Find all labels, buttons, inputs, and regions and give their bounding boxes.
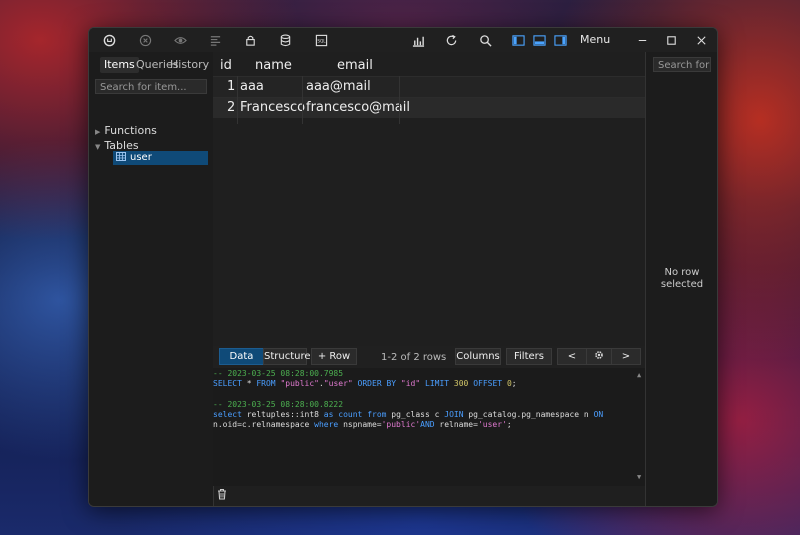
item-search-input[interactable]: Search for item... xyxy=(95,79,207,94)
filters-button[interactable]: Filters xyxy=(506,348,552,365)
column-divider xyxy=(399,76,400,124)
database-icon[interactable] xyxy=(277,33,293,47)
plugin-icon[interactable] xyxy=(101,33,117,47)
cell-name: aaa xyxy=(240,79,264,94)
tree-item-functions[interactable]: ▶ Functions xyxy=(95,124,157,137)
layout-left-icon[interactable] xyxy=(510,33,526,47)
eye-icon[interactable] xyxy=(172,33,188,47)
column-divider xyxy=(237,76,238,124)
cell-id: 1 xyxy=(227,79,236,94)
lock-icon[interactable] xyxy=(242,33,258,47)
tree-item-label: Functions xyxy=(104,124,157,137)
log-query-continuation: n.oid=c.relnamespace where nspname='publ… xyxy=(213,420,512,429)
app-window: SQL Menu Items Queries History Search fo… xyxy=(88,27,718,507)
table-row[interactable]: 2 Francesco francesco@mail xyxy=(213,97,645,118)
prev-page-button[interactable]: < xyxy=(557,348,587,365)
row-detail-panel: Search for col No row selected xyxy=(645,52,717,506)
gear-icon xyxy=(595,351,603,359)
close-circle-icon[interactable] xyxy=(137,33,153,47)
scroll-down-icon[interactable]: ▼ xyxy=(637,472,641,482)
structure-tab-button[interactable]: Structure xyxy=(263,348,311,365)
column-search-input[interactable]: Search for col xyxy=(653,57,711,72)
layout-bottom-icon[interactable] xyxy=(531,33,547,47)
row-count: 1-2 of 2 rows xyxy=(381,352,447,363)
log-comment: -- 2023-03-25 08:28:00.8222 xyxy=(213,400,344,409)
cell-email: aaa@mail xyxy=(306,79,371,94)
log-comment: -- 2023-03-25 08:28:00.7985 xyxy=(213,369,344,378)
table-icon xyxy=(116,152,126,161)
log-query: SELECT * FROM "public"."user" ORDER BY "… xyxy=(213,379,517,388)
column-divider xyxy=(302,76,303,124)
column-header-name[interactable]: name xyxy=(255,58,292,73)
data-grid: id name email 1 aaa aaa@mail 2 Francesco… xyxy=(213,52,645,372)
cell-name: Francesco xyxy=(240,100,306,115)
toolbar: SQL Menu xyxy=(89,28,717,52)
refresh-icon[interactable] xyxy=(443,33,459,47)
log-query: select reltuples::int8 as count from pg_… xyxy=(213,410,604,419)
tab-items[interactable]: Items xyxy=(100,57,139,73)
menu-button[interactable]: Menu xyxy=(580,33,610,46)
columns-button[interactable]: Columns xyxy=(455,348,501,365)
list-icon[interactable] xyxy=(207,33,223,47)
cell-id: 2 xyxy=(227,100,236,115)
sidebar: Items Queries History Search for item...… xyxy=(89,52,214,506)
data-tab-button[interactable]: Data xyxy=(219,348,264,365)
cell-email: francesco@mail xyxy=(306,100,410,115)
maximize-icon[interactable] xyxy=(663,33,679,47)
minimize-icon[interactable] xyxy=(634,33,650,47)
column-header-email[interactable]: email xyxy=(337,58,373,73)
scroll-up-icon[interactable]: ▲ xyxy=(637,370,641,380)
svg-text:SQL: SQL xyxy=(317,38,326,43)
table-row[interactable]: 1 aaa aaa@mail xyxy=(213,76,645,97)
table-item-label: user xyxy=(130,152,152,163)
layout-right-icon[interactable] xyxy=(552,33,568,47)
search-icon[interactable] xyxy=(477,33,493,47)
tab-history[interactable]: History xyxy=(170,57,209,73)
add-row-button[interactable]: + Row xyxy=(311,348,357,365)
sidebar-tabs: Items Queries History xyxy=(96,57,209,73)
next-page-button[interactable]: > xyxy=(611,348,641,365)
empty-state: No row selected xyxy=(646,267,717,291)
close-icon[interactable] xyxy=(693,33,709,47)
table-item-user[interactable]: user xyxy=(113,151,208,165)
query-log[interactable]: -- 2023-03-25 08:28:00.7985 SELECT * FRO… xyxy=(213,368,645,486)
empty-state-line1: No row xyxy=(664,267,700,278)
chevron-down-icon: ▼ xyxy=(95,143,101,151)
trash-icon[interactable] xyxy=(216,488,228,500)
sql-icon[interactable]: SQL xyxy=(313,33,329,47)
chart-icon[interactable] xyxy=(410,33,426,47)
chevron-right-icon: ▶ xyxy=(95,128,101,136)
grid-toolbar: Data Structure + Row 1-2 of 2 rows Colum… xyxy=(213,346,645,368)
column-header-id[interactable]: id xyxy=(220,58,232,73)
settings-button[interactable] xyxy=(586,348,612,365)
empty-state-line2: selected xyxy=(660,279,704,290)
